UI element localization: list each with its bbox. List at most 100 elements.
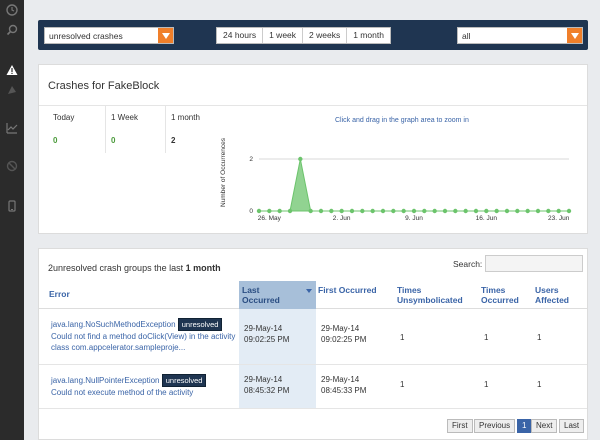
time-range-tabs: 24 hours 1 week 2 weeks 1 month [216,27,391,44]
chevron-down-icon[interactable] [567,28,582,43]
col-times-unsymbolicated[interactable]: Times Unsymbolicated [397,285,477,305]
chart-point [380,208,386,214]
chart-y-label: Number of Occurrences [220,138,227,207]
range-1-month[interactable]: 1 month [347,28,390,43]
chart-point [391,208,396,214]
crash-title-period: 1 month [185,263,221,273]
users-affected-cell: 1 [537,380,542,389]
chart-point [287,208,293,214]
error-cell[interactable]: java.lang.NoSuchMethodException unresolv… [51,318,237,353]
chart-point [298,156,303,162]
table-header: Error Last Occurred First Occurred Times… [39,281,587,309]
bug-icon[interactable] [4,158,20,174]
pager-last-button[interactable]: Last [559,419,585,433]
search-input[interactable] [485,255,583,272]
last-time: 08:45:32 PM [244,386,290,395]
chart-point [267,208,272,214]
sort-desc-icon [306,289,312,293]
stat-month: 1 month 2 [171,113,200,161]
first-occurred-cell: 29-May-14 08:45:33 PM [321,374,366,396]
error-cell[interactable]: java.lang.NullPointerException unresolve… [51,374,237,398]
scope-select[interactable]: all [457,27,583,44]
chart-point [515,208,520,214]
filter-bar: unresolved crashes 24 hours 1 week 2 wee… [38,20,588,50]
chart-point [484,208,489,214]
chart-point [546,208,551,214]
chart-point [318,208,324,214]
first-time: 09:02:25 PM [321,335,367,344]
chart-y-tick: 2 [249,156,253,163]
crash-summary-panel: Crashes for FakeBlock Today 0 1 Week 0 1… [38,64,588,234]
last-occurred-cell: 29-May-14 08:45:32 PM [244,374,289,396]
chart-x-tick: 9. Jun [405,215,423,222]
chart-y-tick: 0 [249,208,253,215]
col-times-occurred[interactable]: Times Occurred [481,285,536,305]
times-occurred-cell: 1 [484,380,489,389]
col-error[interactable]: Error [49,289,70,299]
chart-svg[interactable]: 0 2 26. May 2. Jun 9. Jun 16. Jun 23. Jun [229,129,584,229]
chart-point [556,208,561,214]
palette-icon[interactable] [4,82,20,98]
chart-point [473,208,479,214]
search-icon[interactable] [4,22,20,38]
first-date: 29-May-14 [321,324,360,333]
chart-point [566,208,572,214]
last-date: 29-May-14 [244,375,283,384]
chart-point [463,208,468,214]
table-row[interactable]: java.lang.NoSuchMethodException unresolv… [39,309,587,365]
warning-icon[interactable] [4,62,20,78]
unsymbolicated-cell: 1 [400,333,405,342]
chart-icon[interactable] [4,120,20,136]
pager-first-button[interactable]: First [447,419,473,433]
chart-point [525,208,530,214]
stat-label: Today [53,113,75,122]
clock-icon[interactable] [4,2,20,18]
error-name[interactable]: java.lang.NoSuchMethodException [51,320,176,329]
table-row[interactable]: java.lang.NullPointerException unresolve… [39,365,587,409]
col-last-occurred[interactable]: Last Occurred [239,281,316,309]
divider [105,105,106,153]
chart-point [453,208,458,214]
first-date: 29-May-14 [321,375,360,384]
range-2-weeks[interactable]: 2 weeks [303,28,348,43]
times-occurred-cell: 1 [484,333,489,342]
chart-point [401,208,406,214]
scope-value: all [462,30,471,41]
error-detail[interactable]: Could not find a method doClick(View) in… [51,332,235,352]
last-occurred-cell: 29-May-14 09:02:25 PM [244,323,289,345]
range-24-hours[interactable]: 24 hours [217,28,264,43]
col-last-occurred-label: Last Occurred [242,285,280,305]
chart-point [349,208,355,214]
chart-point [308,208,313,214]
stat-value: 0 [53,136,58,145]
col-users-affected[interactable]: Users Affected [535,285,585,305]
left-nav [0,0,24,440]
chart-point [277,208,282,214]
pager-previous-button[interactable]: Previous [474,419,516,433]
chart-x-tick: 26. May [258,215,282,222]
error-name[interactable]: java.lang.NullPointerException [51,376,160,385]
chart-point [256,208,262,214]
error-detail[interactable]: Could not execute method of the activity [51,388,193,397]
last-date: 29-May-14 [244,324,283,333]
pager-page-1[interactable]: 1 [517,419,532,433]
chart-point [422,208,427,214]
col-first-occurred[interactable]: First Occurred [318,285,378,295]
last-time: 09:02:25 PM [244,335,290,344]
range-1-week[interactable]: 1 week [263,28,304,43]
pager-next-button[interactable]: Next [531,419,558,433]
stat-value: 2 [171,136,176,145]
stat-week: 1 Week 0 [111,113,138,161]
device-icon[interactable] [4,198,20,214]
crash-title-text: unresolved crash groups the last [53,263,184,273]
crash-type-select[interactable]: unresolved crashes [44,27,174,44]
stat-today: Today 0 [53,113,74,161]
chart-point [535,208,541,214]
crash-chart[interactable]: Number of Occurrences 0 2 26. May 2. Jun 9. … [220,129,584,229]
crash-groups-panel: 2unresolved crash groups the last 1 mont… [38,248,588,440]
divider [165,105,166,153]
chart-x-tick: 23. Jun [548,215,570,222]
users-affected-cell: 1 [537,333,542,342]
divider [39,105,587,106]
chevron-down-icon[interactable] [158,28,173,43]
